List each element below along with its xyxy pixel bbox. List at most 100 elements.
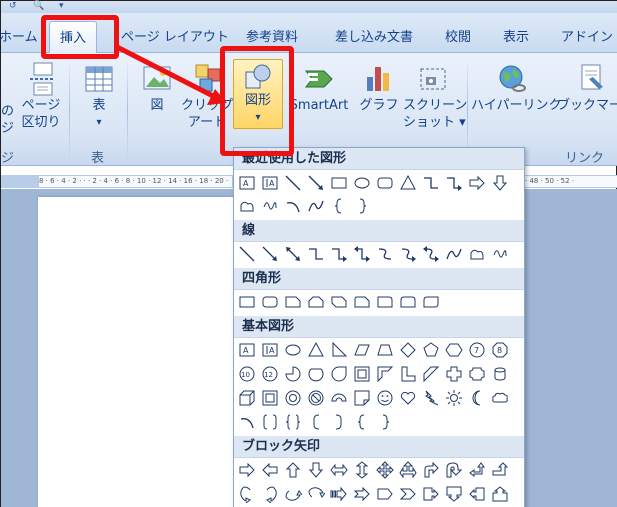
donut-shape-icon[interactable] xyxy=(284,389,302,407)
half-frame-shape-icon[interactable] xyxy=(376,365,394,383)
smiley-face-shape-icon[interactable] xyxy=(376,389,394,407)
scribble-shape-icon[interactable] xyxy=(261,197,279,215)
print-preview-icon[interactable]: 🔍 xyxy=(33,1,44,11)
down-arrow-callout-shape-icon[interactable] xyxy=(445,485,463,503)
screenshot-button[interactable]: スクリーン ショット ▾ xyxy=(403,61,467,131)
can-shape-icon[interactable] xyxy=(491,365,509,383)
arc-shape-icon[interactable] xyxy=(238,413,256,431)
sun-shape-icon[interactable] xyxy=(445,389,463,407)
curved-double-arrow-connector-shape-icon[interactable] xyxy=(422,245,440,263)
picture-button[interactable]: 図 xyxy=(139,61,175,114)
diagonal-stripe-shape-icon[interactable] xyxy=(422,365,440,383)
quad-arrow-shape-icon[interactable] xyxy=(376,461,394,479)
chord-shape-icon[interactable] xyxy=(307,365,325,383)
left-arrow-shape-icon[interactable] xyxy=(261,461,279,479)
curved-right-arrow-shape-icon[interactable] xyxy=(238,485,256,503)
partial-left-button[interactable]: の ジ xyxy=(1,103,15,137)
bent-arrow-shape-icon[interactable] xyxy=(422,461,440,479)
up-down-arrow-shape-icon[interactable] xyxy=(353,461,371,479)
curved-arrow-connector-shape-icon[interactable] xyxy=(399,245,417,263)
elbow-arrow-connector-shape-icon[interactable] xyxy=(330,245,348,263)
tab-references[interactable]: 参考資料 xyxy=(246,26,298,45)
left-right-arrow-shape-icon[interactable] xyxy=(330,461,348,479)
double-brace-shape-icon[interactable] xyxy=(284,413,302,431)
right-brace-shape-icon[interactable] xyxy=(376,413,394,431)
left-brace-shape-icon[interactable] xyxy=(330,197,348,215)
chevron-shape-icon[interactable] xyxy=(399,485,417,503)
snip-corner-rectangle-shape-icon[interactable] xyxy=(284,293,302,311)
cube-shape-icon[interactable] xyxy=(238,389,256,407)
left-right-up-arrow-shape-icon[interactable] xyxy=(399,461,417,479)
double-arrow-line-shape-icon[interactable] xyxy=(284,245,302,263)
diamond-shape-icon[interactable] xyxy=(399,341,417,359)
left-up-arrow-shape-icon[interactable] xyxy=(468,461,486,479)
arc-shape-icon[interactable] xyxy=(284,197,302,215)
tab-review[interactable]: 校閲 xyxy=(445,26,471,45)
horizontal-ruler-right[interactable]: · 48 · 50 · 52 · xyxy=(524,175,617,188)
tab-home[interactable]: ホーム xyxy=(0,26,38,45)
trapezoid-shape-icon[interactable] xyxy=(376,341,394,359)
curve-shape-icon[interactable] xyxy=(445,245,463,263)
elbow-double-arrow-connector-shape-icon[interactable] xyxy=(353,245,371,263)
elbow-connector-shape-icon[interactable] xyxy=(422,174,440,192)
vertical-textbox-shape-icon[interactable]: A xyxy=(261,341,279,359)
customize-dropdown-icon[interactable]: ▾ xyxy=(59,1,64,11)
round-same-side-rectangle-shape-icon[interactable] xyxy=(399,293,417,311)
document-page[interactable] xyxy=(38,197,238,507)
rounded-rectangle-shape-icon[interactable] xyxy=(376,174,394,192)
bevel-shape-icon[interactable] xyxy=(261,389,279,407)
folded-corner-shape-icon[interactable] xyxy=(353,389,371,407)
tab-mailings[interactable]: 差し込み文書 xyxy=(335,26,413,45)
freeform-shape-icon[interactable] xyxy=(238,197,256,215)
cloud-shape-icon[interactable] xyxy=(491,389,509,407)
oval-shape-icon[interactable] xyxy=(284,341,302,359)
parallelogram-shape-icon[interactable] xyxy=(353,341,371,359)
round-diagonal-rectangle-shape-icon[interactable] xyxy=(422,293,440,311)
heptagon-shape-icon[interactable]: 7 xyxy=(468,341,486,359)
heart-shape-icon[interactable] xyxy=(399,389,417,407)
right-arrow-callout-shape-icon[interactable] xyxy=(422,485,440,503)
l-shape-icon[interactable] xyxy=(399,365,417,383)
dodecagon-shape-icon[interactable]: 12 xyxy=(261,365,279,383)
chart-button[interactable]: グラフ xyxy=(359,61,399,114)
horizontal-ruler[interactable]: 8 · 6 · 4 · 2 · · · 2 · 4 · 6 · 8 · 10 ·… xyxy=(38,175,233,188)
tab-view[interactable]: 表示 xyxy=(503,26,529,45)
up-arrow-shape-icon[interactable] xyxy=(284,461,302,479)
line-shape-icon[interactable] xyxy=(284,174,302,192)
arrow-line-shape-icon[interactable] xyxy=(307,174,325,192)
plaque-shape-icon[interactable] xyxy=(468,365,486,383)
down-arrow-shape-icon[interactable] xyxy=(307,461,325,479)
rectangle-shape-icon[interactable] xyxy=(330,174,348,192)
elbow-arrow-connector-shape-icon[interactable] xyxy=(445,174,463,192)
oval-shape-icon[interactable] xyxy=(353,174,371,192)
textbox-shape-icon[interactable]: A xyxy=(238,174,256,192)
snip-round-rectangle-shape-icon[interactable] xyxy=(353,293,371,311)
curve-shape-icon[interactable] xyxy=(307,197,325,215)
no-symbol-shape-icon[interactable] xyxy=(307,389,325,407)
double-bracket-shape-icon[interactable] xyxy=(261,413,279,431)
right-triangle-shape-icon[interactable] xyxy=(330,341,348,359)
down-arrow-shape-icon[interactable] xyxy=(491,174,509,192)
curved-left-arrow-shape-icon[interactable] xyxy=(261,485,279,503)
table-button[interactable]: 表 ▾ xyxy=(77,61,121,131)
scribble-shape-icon[interactable] xyxy=(491,245,509,263)
cross-shape-icon[interactable] xyxy=(445,365,463,383)
textbox-shape-icon[interactable]: A xyxy=(238,341,256,359)
hyperlink-button[interactable]: ハイパーリンク xyxy=(471,61,561,114)
round-single-corner-rectangle-shape-icon[interactable] xyxy=(376,293,394,311)
triangle-shape-icon[interactable] xyxy=(399,174,417,192)
right-brace-shape-icon[interactable] xyxy=(353,197,371,215)
tab-addins[interactable]: アドイン xyxy=(561,26,613,45)
block-arc-shape-icon[interactable] xyxy=(330,389,348,407)
line-shape-icon[interactable] xyxy=(238,245,256,263)
freeform-shape-icon[interactable] xyxy=(468,245,486,263)
left-bracket-shape-icon[interactable] xyxy=(307,413,325,431)
frame-shape-icon[interactable] xyxy=(353,365,371,383)
pentagon-shape-icon[interactable] xyxy=(422,341,440,359)
notched-right-arrow-shape-icon[interactable] xyxy=(353,485,371,503)
striped-right-arrow-shape-icon[interactable] xyxy=(330,485,348,503)
right-arrow-shape-icon[interactable] xyxy=(468,174,486,192)
left-arrow-callout-shape-icon[interactable] xyxy=(468,485,486,503)
left-brace-shape-icon[interactable] xyxy=(353,413,371,431)
smartart-button[interactable]: SmartArt xyxy=(287,61,351,114)
